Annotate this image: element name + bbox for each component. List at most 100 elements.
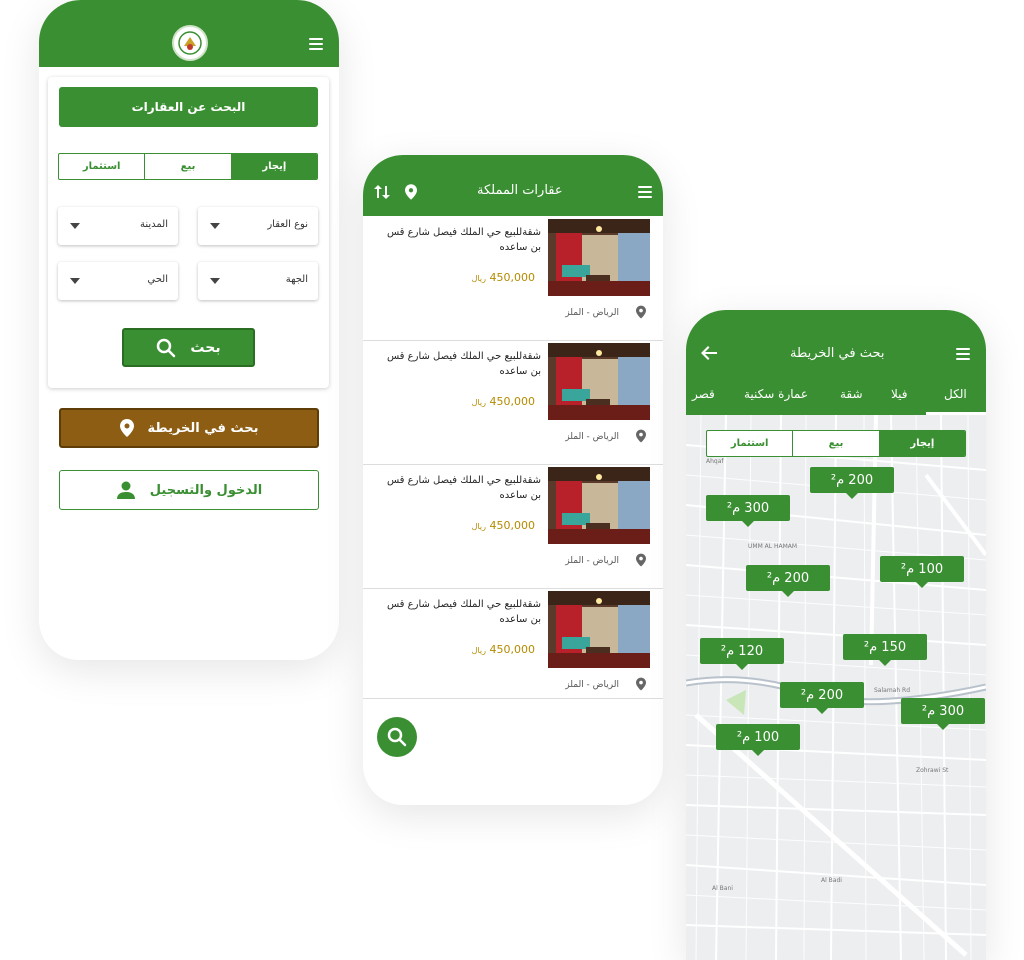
listing-image xyxy=(548,467,650,544)
back-arrow-icon[interactable] xyxy=(701,346,717,360)
marker-unit: م² xyxy=(720,643,735,659)
tab-residential-building[interactable]: عمارة سكنية xyxy=(744,387,808,401)
map-view[interactable]: UMM AL HAMAM Zohrawi St Al Badi Al Bani … xyxy=(686,415,986,960)
caret-down-icon xyxy=(70,278,80,284)
caret-down-icon xyxy=(70,223,80,229)
user-icon xyxy=(116,481,135,499)
listing-card[interactable]: شقةللبيع حي الملك فيصل شارع قس بن ساعده … xyxy=(363,589,663,699)
marker-value: 100 xyxy=(918,561,944,577)
listing-card[interactable]: شقةللبيع حي الملك فيصل شارع قس بن ساعده … xyxy=(363,341,663,465)
logo-icon xyxy=(172,25,208,61)
screen-title: عقارات المملكة xyxy=(477,183,563,198)
listing-price: 450,000 ريال xyxy=(472,271,535,284)
listing-price: 450,000 ريال xyxy=(472,643,535,656)
search-button-label: بحث xyxy=(190,339,221,356)
menu-icon[interactable] xyxy=(309,38,323,50)
price-value: 450,000 xyxy=(489,519,536,532)
property-type-dropdown[interactable]: نوع العقار xyxy=(198,207,318,245)
city-dropdown[interactable]: المدينة xyxy=(58,207,178,245)
marker-unit: م² xyxy=(736,729,751,745)
price-value: 450,000 xyxy=(489,643,536,656)
marker-value: 200 xyxy=(818,687,844,703)
price-value: 450,000 xyxy=(489,395,536,408)
search-icon xyxy=(387,727,407,747)
search-title: البحث عن العقارات xyxy=(59,87,318,127)
price-value: 450,000 xyxy=(489,271,536,284)
marker-unit: م² xyxy=(766,570,781,586)
listing-card[interactable]: شقةللبيع حي الملك فيصل شارع قس بن ساعده … xyxy=(363,217,663,341)
segment-investment[interactable]: استثمار xyxy=(59,154,144,179)
map-label: Al Bani xyxy=(712,885,733,892)
tab-all[interactable]: الكل xyxy=(944,387,967,401)
caret-down-icon xyxy=(210,223,220,229)
map-label: Salamah Rd xyxy=(874,687,911,694)
login-button[interactable]: الدخول والتسجيل xyxy=(59,470,319,510)
login-button-label: الدخول والتسجيل xyxy=(149,482,263,498)
deal-type-segment: استثمار بيع إيجار xyxy=(706,430,966,457)
tab-palace[interactable]: قصر xyxy=(692,387,715,401)
price-marker[interactable]: م² 100 xyxy=(716,724,800,756)
search-fab[interactable] xyxy=(377,717,417,757)
tab-villa[interactable]: فيلا xyxy=(891,387,908,401)
listing-price: 450,000 ريال xyxy=(472,395,535,408)
search-icon xyxy=(157,338,176,357)
listings-screen: عقارات المملكة شقةللبيع حي الملك فيصل شا… xyxy=(363,155,663,805)
price-marker[interactable]: م² 300 xyxy=(901,698,985,730)
price-marker[interactable]: م² 200 xyxy=(746,565,830,597)
listing-card[interactable]: شقةللبيع حي الملك فيصل شارع قس بن ساعده … xyxy=(363,465,663,589)
marker-value: 200 xyxy=(848,472,874,488)
menu-icon[interactable] xyxy=(638,186,652,198)
marker-value: 120 xyxy=(738,643,764,659)
district-label: الحي xyxy=(147,274,168,285)
tab-apartment[interactable]: شقة xyxy=(840,387,863,401)
category-tabs: الكل فيلا شقة عمارة سكنية قصر xyxy=(686,380,986,415)
region-label: الجهة xyxy=(285,274,308,285)
segment-investment[interactable]: استثمار xyxy=(707,431,792,456)
map-screen: بحث في الخريطة الكل فيلا شقة عمارة سكنية… xyxy=(686,310,986,960)
marker-value: 300 xyxy=(744,500,770,516)
listing-title: شقةللبيع حي الملك فيصل شارع قس بن ساعده xyxy=(386,599,541,625)
price-currency: ريال xyxy=(471,646,486,655)
map-button-label: بحث في الخريطة xyxy=(147,420,259,436)
map-label: Ahqaf xyxy=(706,458,724,465)
sort-icon[interactable] xyxy=(373,183,391,201)
map-label: UMM AL HAMAM xyxy=(748,543,798,550)
price-marker[interactable]: م² 120 xyxy=(700,638,784,670)
price-marker[interactable]: م² 200 xyxy=(810,467,894,499)
search-button[interactable]: بحث xyxy=(122,328,255,367)
price-marker[interactable]: م² 100 xyxy=(880,556,964,588)
location-pin-icon[interactable] xyxy=(405,184,417,200)
marker-value: 100 xyxy=(754,729,780,745)
segment-sale[interactable]: بيع xyxy=(144,154,230,179)
marker-unit: م² xyxy=(726,500,741,516)
menu-icon[interactable] xyxy=(956,348,970,360)
listing-location: الرياض - الملز xyxy=(565,308,619,318)
district-dropdown[interactable]: الحي xyxy=(58,262,178,300)
price-currency: ريال xyxy=(471,522,486,531)
property-type-label: نوع العقار xyxy=(267,219,308,230)
listing-title: شقةللبيع حي الملك فيصل شارع قس بن ساعده xyxy=(386,475,541,501)
region-dropdown[interactable]: الجهة xyxy=(198,262,318,300)
map-search-button[interactable]: بحث في الخريطة xyxy=(59,408,319,448)
app-header xyxy=(39,0,339,67)
listing-location: الرياض - الملز xyxy=(565,432,619,442)
location-pin-icon xyxy=(636,305,646,319)
price-currency: ريال xyxy=(471,274,486,283)
price-marker[interactable]: م² 300 xyxy=(706,495,790,527)
listing-image xyxy=(548,219,650,296)
listing-location: الرياض - الملز xyxy=(565,680,619,690)
marker-value: 300 xyxy=(939,703,965,719)
marker-value: 150 xyxy=(881,639,907,655)
marker-value: 200 xyxy=(784,570,810,586)
segment-rent[interactable]: إيجار xyxy=(230,154,317,179)
price-marker[interactable]: م² 200 xyxy=(780,682,864,714)
listing-image xyxy=(548,591,650,668)
segment-rent[interactable]: إيجار xyxy=(878,431,965,456)
price-currency: ريال xyxy=(471,398,486,407)
price-marker[interactable]: م² 150 xyxy=(843,634,927,666)
marker-unit: م² xyxy=(921,703,936,719)
segment-sale[interactable]: بيع xyxy=(792,431,878,456)
app-header: بحث في الخريطة الكل فيلا شقة عمارة سكنية… xyxy=(686,310,986,415)
listing-image xyxy=(548,343,650,420)
marker-unit: م² xyxy=(900,561,915,577)
